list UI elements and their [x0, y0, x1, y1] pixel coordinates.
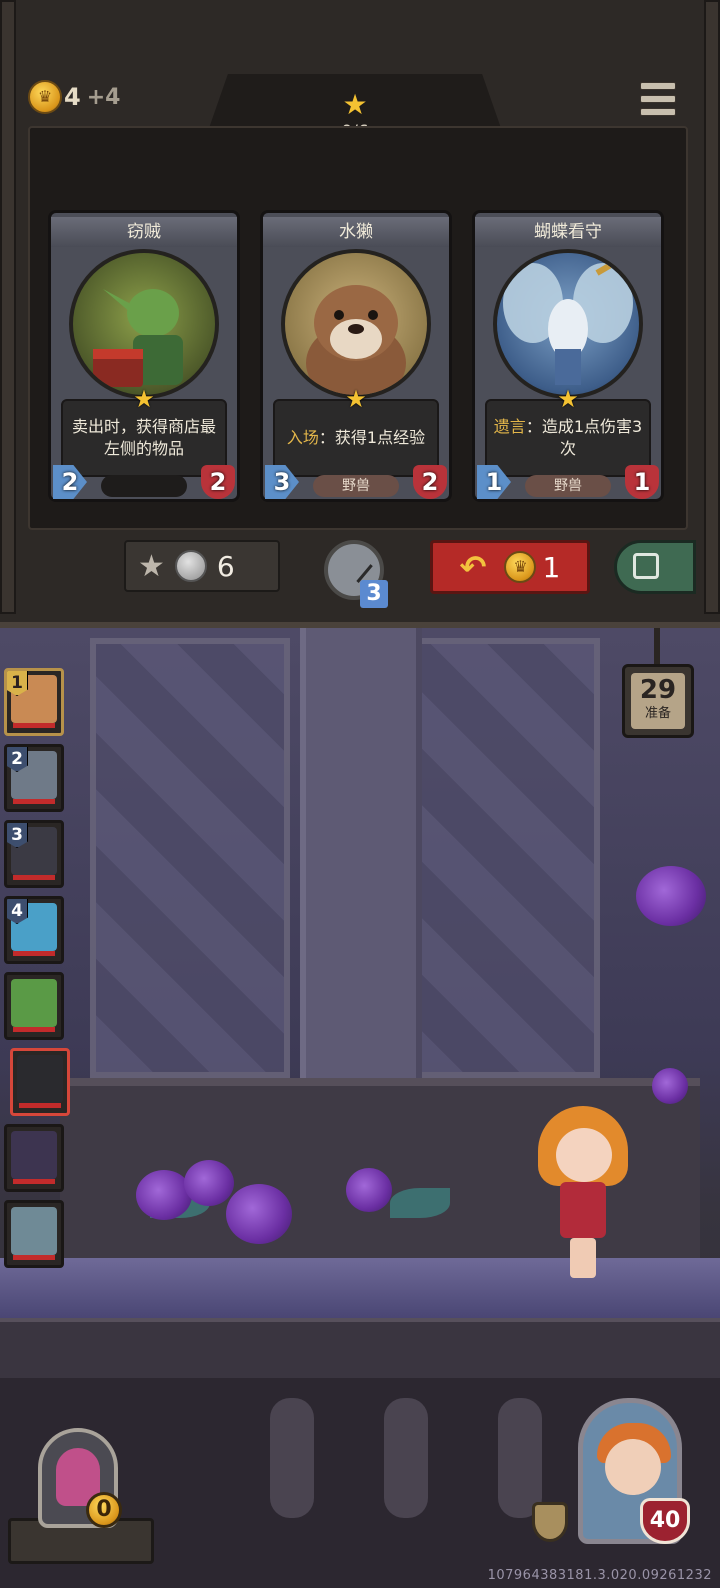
roster-slot[interactable]: 1: [4, 668, 64, 736]
decor-rose: [184, 1160, 234, 1206]
upgrade-cost: 6: [216, 549, 235, 583]
refresh-arrow-icon: ↶: [459, 548, 487, 586]
card-keyword: 遗言: [493, 417, 526, 436]
opponent-health-bar: [13, 875, 55, 880]
player-health: 40: [640, 1498, 690, 1544]
opponent-avatar: [11, 1131, 57, 1179]
relic-slot[interactable]: 0: [8, 1428, 148, 1548]
decor-rose: [346, 1168, 392, 1212]
card-star-icon: ★: [133, 385, 155, 413]
card-name: 蝴蝶看守: [475, 217, 661, 247]
card-keyword: 入场: [286, 428, 319, 447]
decor-rose: [226, 1184, 292, 1244]
baluster: [270, 1398, 314, 1518]
timer-value: 3: [360, 580, 388, 608]
opponent-health-bar: [19, 1103, 61, 1108]
refresh-shop-button[interactable]: ↶ 1: [430, 540, 590, 594]
shop-panel: 4 +4 ★ 0/6 窃贼 ★ 卖出时，获得商店最左侧的物品 2 2: [0, 0, 720, 628]
ready-count: 29: [639, 675, 677, 705]
card-name: 水獭: [263, 217, 449, 247]
opponent-health-bar: [13, 799, 55, 804]
build-id: 107964383181.3.020.09261232: [487, 1568, 712, 1583]
stopwatch-button[interactable]: 3: [322, 532, 392, 608]
ready-countdown-sign: 29 准备: [622, 664, 694, 738]
crown-coin-icon: [28, 80, 62, 114]
butterfly-art: [503, 256, 633, 385]
opponent-avatar: [17, 1055, 63, 1103]
card-tribe: 野兽: [525, 475, 611, 497]
otter-art: [306, 285, 406, 395]
decor-rose: [636, 866, 706, 926]
opponent-avatar: [11, 979, 57, 1027]
card-portrait-goblin: [69, 249, 219, 399]
card-health: 1: [625, 465, 659, 499]
card-tribe: [101, 475, 187, 497]
card-portrait-butterfly: [493, 249, 643, 399]
ready-label: 准备: [644, 706, 671, 721]
roster-slot[interactable]: 3: [4, 820, 64, 888]
gold-income: +4: [86, 84, 121, 110]
gold-value: 4: [64, 83, 81, 111]
card-star-icon: ★: [345, 385, 367, 413]
roster-slot[interactable]: 2: [4, 744, 64, 812]
goblin-art: [93, 289, 183, 387]
gold-counter: 4 +4: [28, 80, 120, 114]
baluster: [498, 1398, 542, 1518]
roster-slot-selected[interactable]: [10, 1048, 70, 1116]
opponent-health-bar: [13, 1255, 55, 1260]
opponent-avatar: [11, 1207, 57, 1255]
relic-count: 0: [86, 1492, 122, 1528]
battle-scene: 29 准备 1 2 3 4 0 40 107964383181.3.020.09…: [0, 628, 720, 1588]
shop-card-butterfly-guard[interactable]: 蝴蝶看守 ★ 遗言：造成1点伤害3次 野兽 1 1: [472, 210, 664, 502]
roster-slot[interactable]: 4: [4, 896, 64, 964]
silver-coin-icon: [174, 550, 207, 582]
card-tribe: 野兽: [313, 475, 399, 497]
baluster: [384, 1398, 428, 1518]
shop-card-otter[interactable]: 水獭 ★ 入场：获得1点经验 野兽 3 2: [260, 210, 452, 502]
background-window: [400, 638, 600, 1078]
crown-coin-icon: [504, 551, 537, 583]
opponent-health-bar: [13, 951, 55, 956]
sign-chain: [654, 628, 660, 666]
card-name: 窃贼: [51, 217, 237, 247]
freeze-shop-button[interactable]: [614, 540, 696, 594]
opponent-health-bar: [13, 723, 55, 728]
shield-icon[interactable]: [532, 1502, 568, 1542]
star-icon: ★: [342, 88, 368, 121]
opponent-health-bar: [13, 1179, 55, 1184]
left-frame-rail: [0, 0, 16, 614]
upgrade-tier-button[interactable]: ★ 6: [124, 540, 280, 592]
roster-slot[interactable]: [4, 972, 64, 1040]
lock-icon: [633, 553, 659, 579]
card-health: 2: [201, 465, 235, 499]
roster-slot[interactable]: [4, 1124, 64, 1192]
stage-ledge: [0, 1318, 720, 1382]
background-window: [90, 638, 290, 1078]
shop-card-thief[interactable]: 窃贼 ★ 卖出时，获得商店最左侧的物品 2 2: [48, 210, 240, 502]
player-portrait[interactable]: 40: [574, 1398, 700, 1568]
upgrade-star-icon: ★: [138, 548, 165, 584]
menu-icon[interactable]: [640, 82, 676, 116]
opponent-health-bar: [13, 1027, 55, 1032]
card-star-icon: ★: [557, 385, 579, 413]
decor-rose: [652, 1068, 688, 1104]
hero-character: [520, 1098, 640, 1288]
refresh-cost: 1: [542, 550, 561, 584]
card-health: 2: [413, 465, 447, 499]
roster-slot[interactable]: [4, 1200, 64, 1268]
right-frame-rail: [704, 0, 720, 614]
decor-leaf: [390, 1188, 450, 1218]
card-portrait-otter: [281, 249, 431, 399]
